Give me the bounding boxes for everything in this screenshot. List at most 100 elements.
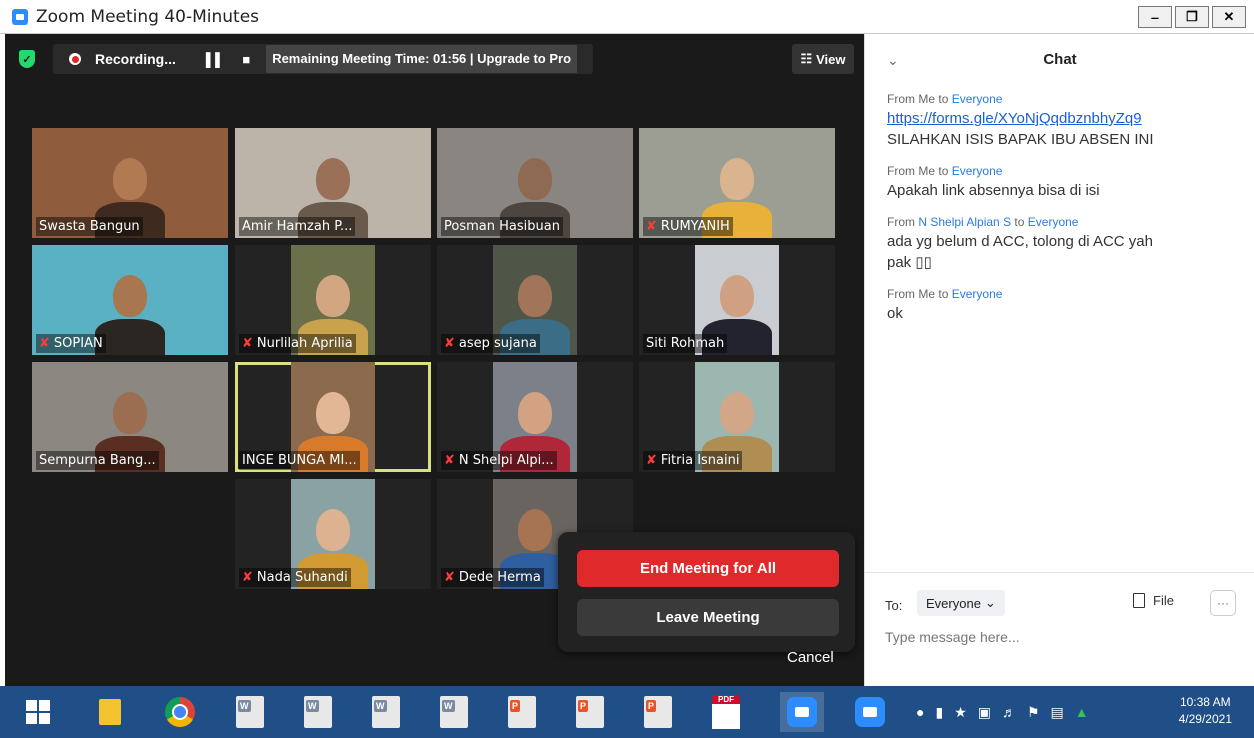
taskbar-ppt-2[interactable]: P (568, 692, 612, 732)
collapse-chevron-icon[interactable]: ⌄ (887, 52, 899, 69)
end-meeting-for-all-button[interactable]: End Meeting for All (577, 550, 839, 587)
leave-meeting-button[interactable]: Leave Meeting (577, 599, 839, 636)
view-button[interactable]: ☷ View (792, 44, 854, 74)
message-sender[interactable]: Me (918, 287, 935, 301)
signal-icon[interactable]: ▮ (935, 704, 943, 721)
participant-tile[interactable]: Siti Rohmah (639, 245, 835, 355)
message-link[interactable]: https://forms.gle/XYoNjQqdbznbhyZq9 (887, 108, 1207, 129)
security-icon[interactable]: ⚑ (1027, 704, 1040, 721)
more-options-button[interactable]: ··· (1210, 590, 1236, 616)
message-text: ada yg belum d ACC, tolong di ACC yah (887, 233, 1153, 250)
participant-name-label: ✘ Dede Herma (441, 568, 544, 587)
message-text: ok (887, 305, 903, 322)
message-sender[interactable]: N Shelpi Alpian S (918, 215, 1011, 229)
message-sender[interactable]: Me (918, 164, 935, 178)
meeting-area: ✓ Recording... ▌▌ ■ Remaining Meeting Ti… (5, 34, 864, 686)
volume-icon[interactable]: ♬ (1002, 704, 1016, 720)
to-word: to (938, 164, 949, 178)
restore-button[interactable]: ❐ (1175, 6, 1209, 28)
view-label: View (816, 51, 846, 67)
participant-name: Swasta Bangun (39, 219, 140, 234)
taskbar-explorer[interactable] (88, 692, 132, 732)
zoom-app-icon (12, 8, 28, 25)
participant-tile[interactable]: ✘ Nurlilah Aprilia (235, 245, 431, 355)
participant-tile[interactable]: ✘ Fitria Isnaini (639, 362, 835, 472)
participant-name-label: ✘ N Shelpi Alpi... (441, 451, 557, 470)
zoom-tray-icon[interactable]: ● (916, 704, 924, 720)
participant-tile[interactable]: Sempurna Bang... (32, 362, 228, 472)
participant-name-label: Amir Hamzah P... (239, 217, 356, 236)
window-title: Zoom Meeting 40-Minutes (36, 6, 260, 27)
from-word: From (887, 164, 915, 178)
system-tray: ● ▮ ★ ▣ ♬ ⚑ ▤ ▲ (916, 686, 1089, 738)
participant-tile[interactable]: Posman Hasibuan (437, 128, 633, 238)
zoom-icon (787, 697, 817, 727)
security-shield-icon[interactable]: ✓ (19, 50, 35, 68)
participant-tile[interactable]: Swasta Bangun (32, 128, 228, 238)
muted-mic-icon: ✘ (646, 453, 657, 468)
remaining-time-banner[interactable]: Remaining Meeting Time: 01:56 | Upgrade … (266, 45, 578, 73)
taskbar-zoom[interactable] (848, 692, 892, 732)
end-meeting-popup: End Meeting for All Leave Meeting (558, 532, 855, 652)
recording-bar: Recording... ▌▌ ■ Remaining Meeting Time… (53, 44, 593, 74)
participant-face (316, 158, 350, 200)
participant-tile[interactable]: ✘ RUMYANIH (639, 128, 835, 238)
taskbar-ppt-3[interactable]: P (636, 692, 680, 732)
chat-header: ⌄ Chat (865, 34, 1254, 84)
display-icon[interactable]: ▣ (978, 704, 991, 721)
chevron-down-icon: ⌄ (984, 595, 996, 610)
taskbar-word-4[interactable]: W (432, 692, 476, 732)
taskbar-word-1[interactable]: W (228, 692, 272, 732)
message-sender[interactable]: Me (918, 92, 935, 106)
taskbar-zoom-meeting[interactable] (780, 692, 824, 732)
clipboard-icon[interactable]: ▤ (1051, 704, 1064, 721)
message-recipient[interactable]: Everyone (952, 287, 1003, 301)
message-recipient[interactable]: Everyone (952, 92, 1003, 106)
title-bar: Zoom Meeting 40-Minutes ‒ ❐ ✕ (0, 0, 1254, 34)
minimize-button[interactable]: ‒ (1138, 6, 1172, 28)
participant-tile[interactable]: ✘ Nada Suhandi (235, 479, 431, 589)
participant-name: asep sujana (458, 336, 537, 351)
pause-recording-icon[interactable]: ▌▌ (206, 52, 224, 67)
stop-recording-icon[interactable]: ■ (242, 52, 250, 67)
taskbar-ppt-1[interactable]: P (500, 692, 544, 732)
participant-tile[interactable]: ✘ N Shelpi Alpi... (437, 362, 633, 472)
system-clock[interactable]: 10:38 AM 4/29/2021 (1179, 694, 1232, 728)
message-text: Apakah link absennya bisa di isi (887, 182, 1100, 199)
participant-tile[interactable]: INGE BUNGA MI... (235, 362, 431, 472)
taskbar-word-2[interactable]: W (296, 692, 340, 732)
participant-face (720, 158, 754, 200)
close-button[interactable]: ✕ (1212, 6, 1246, 28)
participant-name-label: ✘ Nada Suhandi (239, 568, 351, 587)
participant-name: INGE BUNGA MI... (242, 453, 357, 468)
muted-mic-icon: ✘ (646, 219, 657, 234)
message-meta: From Me to Everyone (887, 164, 1207, 178)
participant-name: N Shelpi Alpi... (458, 453, 554, 468)
taskbar-word-3[interactable]: W (364, 692, 408, 732)
participant-tile[interactable]: Amir Hamzah P... (235, 128, 431, 238)
participant-name-label: INGE BUNGA MI... (239, 451, 360, 470)
participant-face (720, 275, 754, 317)
taskbar-chrome[interactable] (158, 692, 202, 732)
file-button[interactable]: File (1133, 593, 1174, 608)
participant-tile[interactable]: ✘ SOPIAN (32, 245, 228, 355)
participant-tile[interactable]: ✘ asep sujana (437, 245, 633, 355)
participant-face (518, 158, 552, 200)
start-button[interactable] (16, 692, 60, 732)
participant-name-label: Swasta Bangun (36, 217, 143, 236)
drive-icon[interactable]: ▲ (1075, 704, 1089, 720)
message-recipient[interactable]: Everyone (1028, 215, 1079, 229)
chat-message: From Me to Everyone Apakah link absennya … (887, 164, 1207, 201)
cancel-button[interactable]: Cancel (787, 649, 834, 666)
message-recipient[interactable]: Everyone (952, 164, 1003, 178)
message-input[interactable]: Type message here... (885, 629, 1020, 645)
taskbar-pdf[interactable]: PDF (704, 692, 748, 732)
network-icon[interactable]: ★ (954, 704, 967, 721)
recipient-select[interactable]: Everyone ⌄ (917, 590, 1005, 616)
chat-message: From Me to Everyone ok (887, 287, 1207, 324)
participant-name-label: ✘ SOPIAN (36, 334, 106, 353)
clock-date: 4/29/2021 (1178, 712, 1232, 726)
file-label: File (1153, 593, 1174, 608)
file-icon (1133, 593, 1145, 608)
windows-logo-icon (26, 700, 50, 724)
